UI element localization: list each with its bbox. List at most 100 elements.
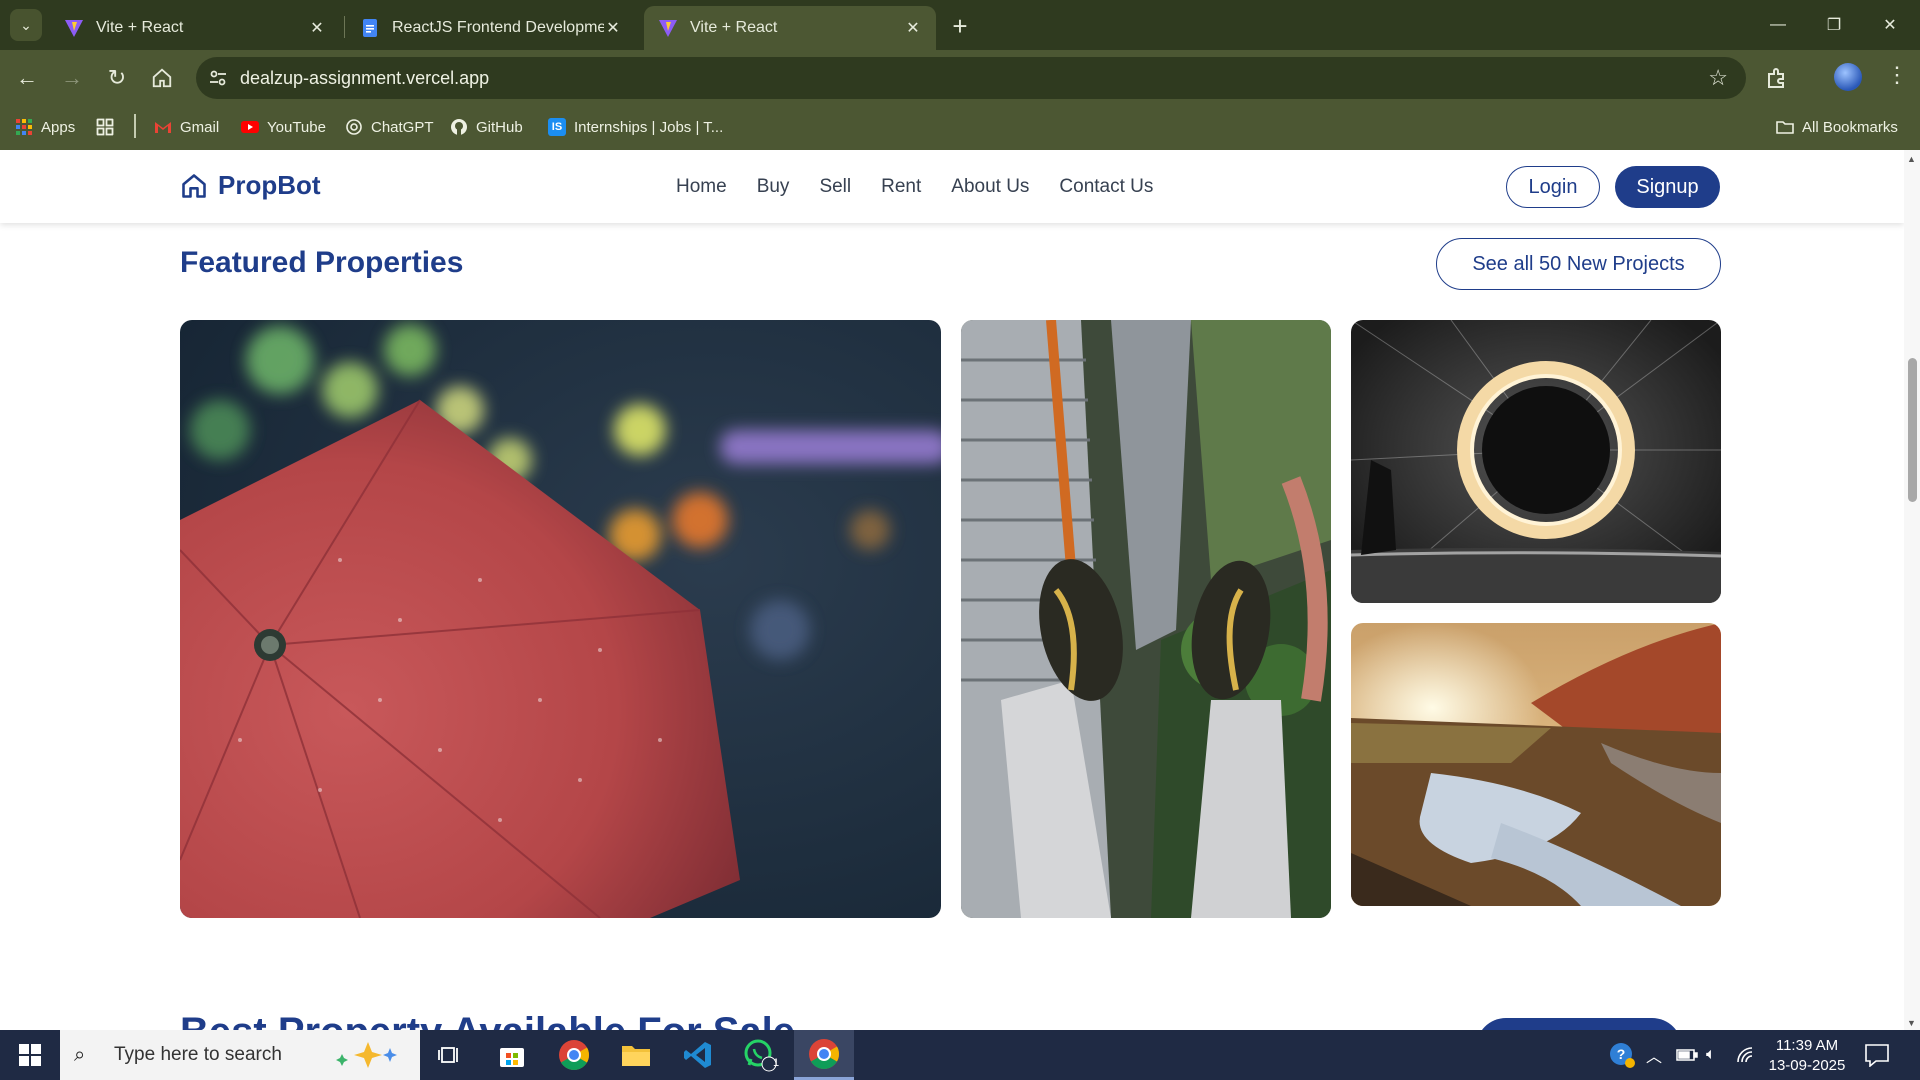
close-icon: ✕ bbox=[1883, 17, 1897, 34]
nav-home[interactable]: Home bbox=[676, 176, 727, 198]
all-bookmarks-button[interactable]: All Bookmarks bbox=[1776, 118, 1898, 136]
nav-contact-us[interactable]: Contact Us bbox=[1059, 176, 1153, 198]
close-icon[interactable]: ✕ bbox=[308, 18, 326, 38]
home-button[interactable] bbox=[144, 60, 180, 96]
bookmark-gmail[interactable]: Gmail bbox=[154, 118, 219, 136]
brand-name: PropBot bbox=[218, 170, 321, 200]
whatsapp-icon bbox=[744, 1039, 777, 1072]
windows-taskbar: ⌕ Type here to search 1 ? ︿ 🔈︎ 11:39 AM … bbox=[0, 1030, 1920, 1080]
microsoft-store-button[interactable] bbox=[482, 1030, 542, 1080]
file-explorer-button[interactable] bbox=[606, 1030, 666, 1080]
bookmark-label: Apps bbox=[41, 118, 76, 136]
brand-logo[interactable]: PropBot bbox=[180, 170, 321, 201]
tab-title: Vite + React bbox=[96, 19, 184, 36]
nav-rent[interactable]: Rent bbox=[881, 176, 921, 198]
bookmark-internshala[interactable]: IS Internships | Jobs | T... bbox=[548, 118, 723, 136]
tray-overflow-icon[interactable]: ︿ bbox=[1646, 1030, 1662, 1080]
bookmark-github[interactable]: GitHub bbox=[450, 118, 523, 136]
system-clock[interactable]: 11:39 AM 13-09-2025 bbox=[1762, 1036, 1852, 1076]
sparkle-icon bbox=[336, 1042, 397, 1068]
taskbar-search[interactable]: ⌕ Type here to search bbox=[60, 1030, 420, 1080]
scroll-up-icon[interactable]: ▲ bbox=[1907, 154, 1916, 164]
forward-button[interactable]: → bbox=[54, 60, 90, 96]
close-icon[interactable]: ✕ bbox=[604, 18, 622, 38]
property-image-umbrella[interactable] bbox=[180, 320, 941, 918]
page-viewport: PropBot Home Buy Sell Rent About Us Cont… bbox=[0, 150, 1904, 1030]
browser-tab-1[interactable]: Vite + React ✕ bbox=[50, 6, 340, 50]
tab-search-button[interactable]: ⌄ bbox=[10, 9, 42, 41]
bookmark-apps[interactable]: Apps bbox=[15, 118, 75, 136]
bookmark-label: Gmail bbox=[180, 118, 220, 136]
tab-title: ReactJS Frontend Development bbox=[392, 19, 604, 36]
scroll-down-icon[interactable]: ▼ bbox=[1907, 1018, 1916, 1028]
main-nav: Home Buy Sell Rent About Us Contact Us bbox=[676, 176, 1153, 198]
sunset-road-photo bbox=[1351, 623, 1721, 906]
nav-about-us[interactable]: About Us bbox=[951, 176, 1029, 198]
clock-time: 11:39 AM bbox=[1775, 1037, 1839, 1054]
chrome-taskbar-button[interactable] bbox=[544, 1030, 604, 1080]
folder-icon bbox=[1776, 121, 1794, 134]
chrome-active-window-button[interactable] bbox=[794, 1030, 854, 1080]
browser-toolbar: ← → ↻ dealzup-assignment.vercel.app ☆ ⋮ bbox=[0, 50, 1920, 106]
network-icon[interactable] bbox=[1736, 1030, 1758, 1080]
whatsapp-button[interactable]: 1 bbox=[730, 1030, 790, 1080]
help-icon: ? bbox=[1610, 1043, 1635, 1068]
bookmarks-divider bbox=[134, 114, 136, 138]
close-icon[interactable]: ✕ bbox=[904, 18, 922, 38]
notification-icon[interactable] bbox=[1864, 1043, 1890, 1067]
speaker-icon: 🔈︎ bbox=[1706, 1046, 1716, 1063]
browser-tab-3-active[interactable]: Vite + React ✕ bbox=[644, 6, 936, 50]
bookmark-star-icon[interactable]: ☆ bbox=[1708, 65, 1728, 91]
address-bar[interactable]: dealzup-assignment.vercel.app ☆ bbox=[196, 57, 1746, 99]
house-icon bbox=[182, 173, 206, 198]
umbrella-photo bbox=[180, 320, 941, 918]
new-tab-button[interactable]: + bbox=[944, 10, 976, 42]
task-view-button[interactable] bbox=[420, 1030, 480, 1080]
minimize-icon: — bbox=[1770, 16, 1786, 33]
signup-button[interactable]: Signup bbox=[1615, 166, 1720, 208]
profile-avatar[interactable] bbox=[1834, 63, 1862, 91]
chevron-down-icon: ⌄ bbox=[20, 16, 32, 33]
more-options-icon[interactable]: ⋮ bbox=[1886, 62, 1908, 88]
youtube-icon bbox=[241, 121, 259, 133]
wifi-icon bbox=[1737, 1047, 1753, 1063]
login-button[interactable]: Login bbox=[1506, 166, 1600, 208]
site-settings-icon[interactable] bbox=[208, 68, 228, 88]
minimize-button[interactable]: — bbox=[1750, 0, 1806, 50]
vscode-icon bbox=[684, 1042, 711, 1068]
battery-icon[interactable] bbox=[1676, 1030, 1698, 1080]
city-feet-photo bbox=[961, 320, 1331, 918]
help-tray-icon[interactable]: ? bbox=[1608, 1030, 1636, 1080]
vscode-button[interactable] bbox=[668, 1030, 728, 1080]
next-section-button[interactable] bbox=[1476, 1018, 1682, 1030]
back-button[interactable]: ← bbox=[9, 60, 45, 96]
reload-button[interactable]: ↻ bbox=[99, 60, 135, 96]
browser-tabstrip: ⌄ Vite + React ✕ ReactJS Frontend Develo… bbox=[0, 0, 1920, 50]
next-section-title: Best Property Available For Sale bbox=[180, 1010, 795, 1030]
nav-buy[interactable]: Buy bbox=[757, 176, 790, 198]
browser-tab-2[interactable]: ReactJS Frontend Development ✕ bbox=[346, 6, 636, 50]
github-icon bbox=[451, 119, 467, 135]
property-image-sunset-road[interactable] bbox=[1351, 623, 1721, 906]
task-view-icon bbox=[438, 1047, 458, 1063]
reload-icon: ↻ bbox=[107, 65, 127, 90]
svg-text:?: ? bbox=[1617, 1046, 1626, 1062]
restore-button[interactable]: ❐ bbox=[1806, 0, 1862, 50]
scrollbar-thumb[interactable] bbox=[1908, 358, 1917, 502]
property-image-light-ring[interactable] bbox=[1351, 320, 1721, 603]
nav-sell[interactable]: Sell bbox=[819, 176, 851, 198]
volume-icon[interactable]: 🔈︎ bbox=[1706, 1030, 1716, 1080]
close-window-button[interactable]: ✕ bbox=[1862, 0, 1918, 50]
light-ring-photo bbox=[1351, 320, 1721, 603]
property-image-city-feet[interactable] bbox=[961, 320, 1331, 918]
bookmark-chatgpt[interactable]: ChatGPT bbox=[345, 118, 434, 136]
search-icon: ⌕ bbox=[74, 1043, 86, 1066]
bookmark-youtube[interactable]: YouTube bbox=[241, 118, 326, 136]
start-button[interactable] bbox=[0, 1030, 60, 1080]
page-scrollbar[interactable]: ▲ ▼ bbox=[1904, 150, 1920, 1030]
see-all-projects-button[interactable]: See all 50 New Projects bbox=[1436, 238, 1721, 290]
plus-icon: + bbox=[952, 10, 968, 41]
tab-groups-button[interactable] bbox=[96, 118, 122, 136]
extensions-icon[interactable] bbox=[1765, 66, 1789, 90]
restore-icon: ❐ bbox=[1826, 17, 1842, 34]
